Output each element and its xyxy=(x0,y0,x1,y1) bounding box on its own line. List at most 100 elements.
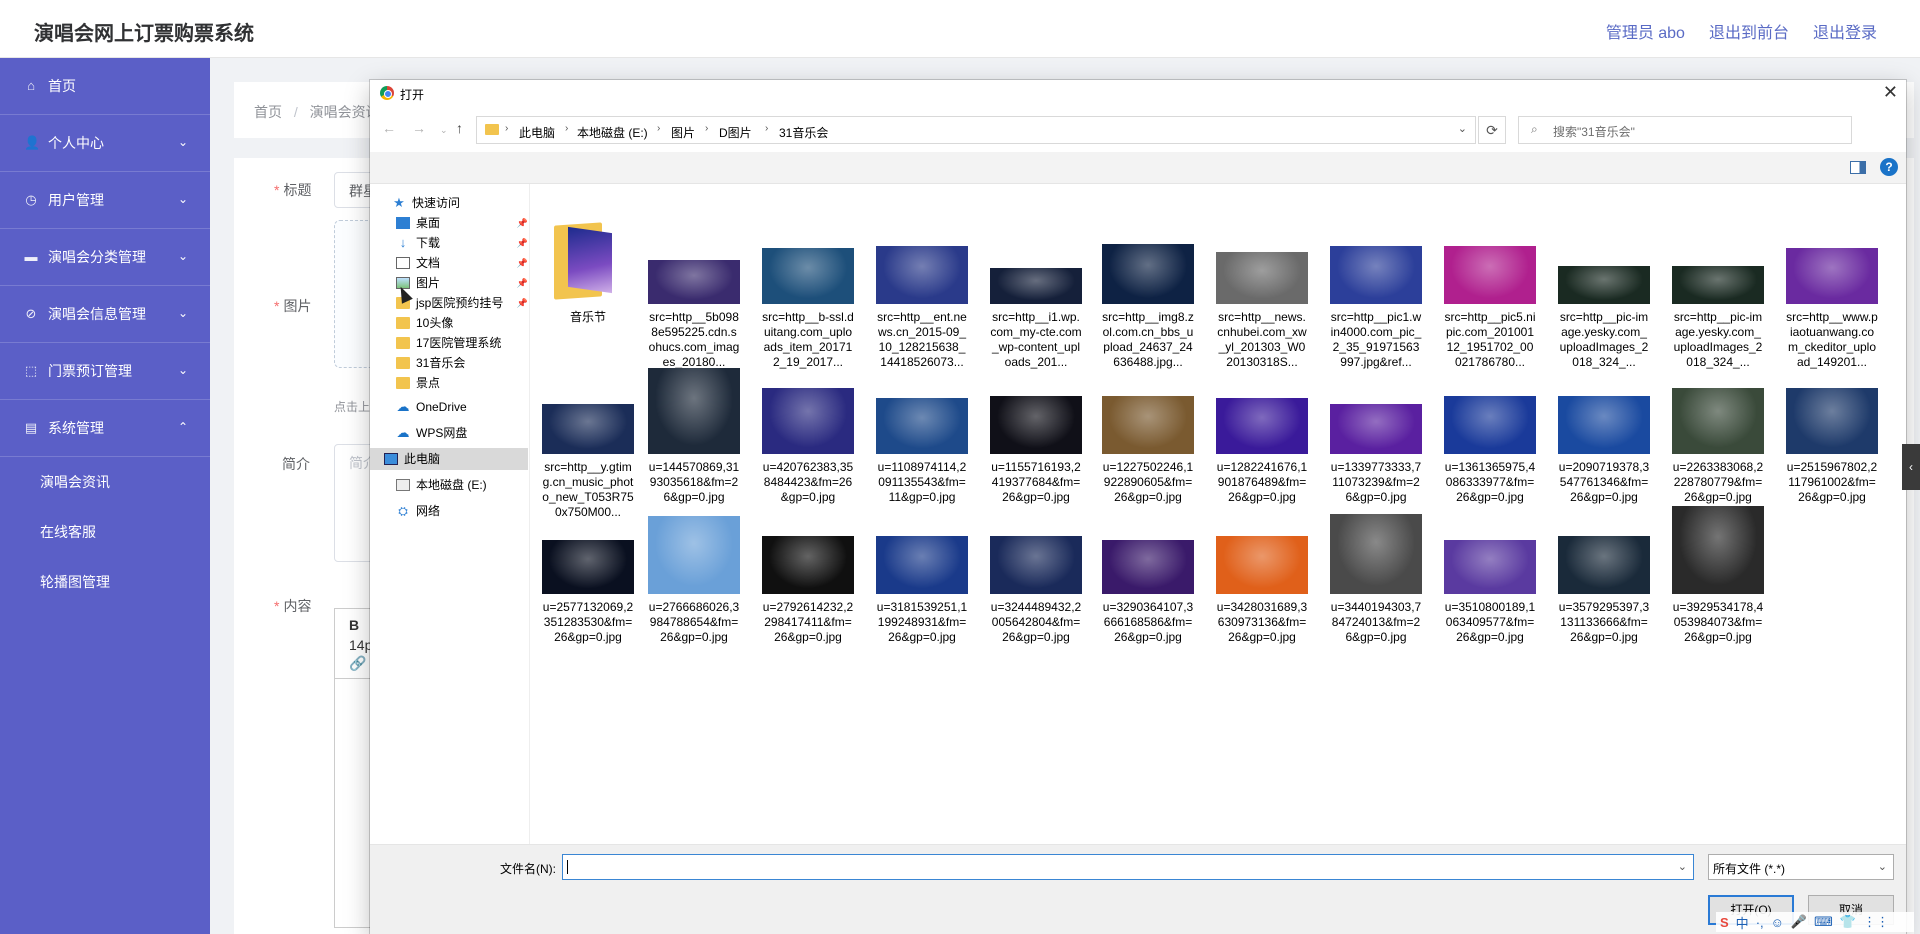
file-name: u=3510800189,1063409577&fm=26&gp=0.jpg xyxy=(1444,600,1536,644)
chevron-down-icon: ⌄ xyxy=(177,363,188,377)
chevron-down-icon: ⌄ xyxy=(177,306,188,320)
nav-item[interactable]: jsp医院预约挂号 📌 xyxy=(396,292,528,314)
file-name: src=http__pic-image.yesky.com_uploadImag… xyxy=(1559,310,1649,369)
to-frontend-link[interactable]: 退出到前台 xyxy=(1709,19,1789,43)
forward-arrow-icon[interactable]: → xyxy=(412,120,426,136)
breadcrumb: 首页 / 演唱会资讯 xyxy=(254,102,380,122)
user-icon: 👤 xyxy=(24,135,41,150)
sidebar-subitem-news[interactable]: 演唱会资讯 xyxy=(0,457,210,507)
path-segment[interactable]: D图片 xyxy=(719,124,752,141)
ime-menu-icon[interactable]: ⋮⋮ xyxy=(1863,914,1889,930)
ime-keyboard-icon[interactable]: ⌨ xyxy=(1814,914,1833,930)
pin-icon: 📌 xyxy=(516,238,528,248)
nav-item[interactable]: ☁ OneDrive xyxy=(396,396,528,418)
image-thumbnail xyxy=(542,404,634,454)
nav-item[interactable]: ★ 快速访问 xyxy=(392,192,528,214)
filetype-select[interactable]: 所有文件 (*.*) ⌄ xyxy=(1708,854,1894,880)
image-thumbnail xyxy=(1102,244,1194,304)
nav-item[interactable]: 文档 📌 xyxy=(396,252,528,274)
image-thumbnail xyxy=(648,260,740,304)
title-label: * 标题 xyxy=(274,182,312,198)
image-thumbnail xyxy=(542,540,634,594)
filename-input[interactable]: ⌄ xyxy=(562,854,1694,880)
ime-skin-icon[interactable]: 👕 xyxy=(1840,914,1856,930)
file-name: u=3290364107,3666168586&fm=26&gp=0.jpg xyxy=(1102,600,1194,644)
nav-item[interactable]: 景点 xyxy=(396,372,528,394)
nav-item[interactable]: 17医院管理系统 xyxy=(396,332,528,354)
file-name: u=3244489432,2005642804&fm=26&gp=0.jpg xyxy=(990,600,1082,644)
sidebar-subitem-carousel[interactable]: 轮播图管理 xyxy=(0,557,210,607)
sidebar-item-tickets[interactable]: ⬚ 门票预订管理 ⌄ xyxy=(0,343,210,400)
logout-link[interactable]: 退出登录 xyxy=(1813,19,1877,43)
ime-emoji-icon[interactable]: ☺ xyxy=(1771,915,1784,930)
sogou-icon[interactable]: S xyxy=(1720,915,1729,930)
desktop-icon xyxy=(396,217,410,229)
nav-item-label: 31音乐会 xyxy=(416,356,466,370)
clock-icon: ◷ xyxy=(25,192,37,207)
star-icon: ★ xyxy=(393,195,405,210)
sidebar-item-users[interactable]: ◷ 用户管理 ⌄ xyxy=(0,172,210,229)
image-thumbnail xyxy=(762,248,854,304)
ime-punct-toggle[interactable]: ·, xyxy=(1756,915,1764,930)
search-icon: ⌕ xyxy=(1531,122,1538,136)
nav-item[interactable]: 桌面 📌 xyxy=(396,212,528,234)
file-name: src=http__img8.zol.com.cn_bbs_upload_246… xyxy=(1102,310,1194,369)
file-name: src=http__pic5.nipic.com_20100112_195170… xyxy=(1444,310,1536,369)
breadcrumb-sep: / xyxy=(293,104,298,120)
up-arrow-icon[interactable]: ↑ xyxy=(456,120,463,136)
side-collapse-tab[interactable]: ‹ xyxy=(1902,444,1920,490)
file-name: u=1155716193,2419377684&fm=26&gp=0.jpg xyxy=(991,460,1081,504)
dialog-titlebar: 打开 ✕ xyxy=(370,80,1906,108)
back-arrow-icon[interactable]: ← xyxy=(382,120,396,136)
nav-item-label: 下载 xyxy=(416,236,441,250)
chevron-up-icon: ⌃ xyxy=(177,420,188,434)
nav-item[interactable]: 10头像 xyxy=(396,312,528,334)
file-name: u=1282241676,1901876489&fm=26&gp=0.jpg xyxy=(1216,460,1308,504)
search-input[interactable]: ⌕ 搜索"31音乐会" xyxy=(1518,116,1852,144)
nav-item[interactable]: ⛭ 网络 xyxy=(396,500,528,522)
file-name: u=1361365975,4086333977&fm=26&gp=0.jpg xyxy=(1444,460,1536,504)
help-icon[interactable]: ? xyxy=(1880,158,1898,176)
address-bar[interactable]: › 此电脑 › 本地磁盘 (E:) › 图片 › D图片 › 31音乐会 ⌄ xyxy=(476,116,1476,144)
chevron-down-icon[interactable]: ⌄ xyxy=(1458,122,1467,135)
ime-chinese-toggle[interactable]: 中 xyxy=(1736,913,1749,932)
admin-link[interactable]: 管理员 abo xyxy=(1606,19,1685,43)
path-segment[interactable]: 此电脑 xyxy=(519,124,555,141)
nav-item-label: 桌面 xyxy=(416,216,441,230)
path-segment[interactable]: 31音乐会 xyxy=(779,124,828,141)
nav-item[interactable]: 31音乐会 xyxy=(396,352,528,374)
ime-mic-icon[interactable]: 🎤 xyxy=(1791,914,1807,930)
recent-dropdown-icon[interactable]: ⌄ xyxy=(440,125,448,136)
sidebar-item-system[interactable]: ▤ 系统管理 ⌃ xyxy=(0,400,210,457)
close-button[interactable]: ✕ xyxy=(1883,82,1898,103)
folder-icon xyxy=(485,124,499,135)
cloud-icon: ☁ xyxy=(396,425,410,440)
sidebar-subitem-support[interactable]: 在线客服 xyxy=(0,507,210,557)
sidebar-item-label: 系统管理 xyxy=(48,420,104,436)
nav-item[interactable]: ☁ WPS网盘 xyxy=(396,422,528,444)
nav-item[interactable]: 本地磁盘 (E:) xyxy=(396,474,528,496)
file-open-dialog: 打开 ✕ ← → ⌄ ↑ › 此电脑 › 本地磁盘 (E:) › 图片 › D图… xyxy=(370,80,1906,934)
path-segment[interactable]: 本地磁盘 (E:) xyxy=(577,124,648,141)
chevron-down-icon[interactable]: ⌄ xyxy=(1678,860,1687,873)
pin-icon: 📌 xyxy=(516,278,528,288)
sidebar-item-category[interactable]: ▬ 演唱会分类管理 ⌄ xyxy=(0,229,210,286)
chrome-icon xyxy=(380,86,394,100)
file-name: src=http__pic-image.yesky.com_uploadImag… xyxy=(1673,310,1763,369)
sidebar-item-personal[interactable]: 👤 个人中心 ⌄ xyxy=(0,115,210,172)
path-sep-icon: › xyxy=(657,123,661,134)
image-label: * 图片 xyxy=(274,298,312,314)
file-name: u=2766686026,3984788654&fm=26&gp=0.jpg xyxy=(648,600,740,644)
nav-item[interactable]: 此电脑 xyxy=(370,448,528,470)
sidebar-item-home[interactable]: ⌂ 首页 xyxy=(0,58,210,115)
preview-pane-icon[interactable] xyxy=(1850,161,1866,174)
refresh-button[interactable]: ⟳ xyxy=(1478,116,1506,144)
path-segment[interactable]: 图片 xyxy=(671,124,695,141)
file-name: src=http__i1.wp.com_my-cte.com_wp-conten… xyxy=(990,310,1082,369)
nav-item[interactable]: 图片 📌 xyxy=(396,272,528,294)
sidebar-item-concert-info[interactable]: ⊘ 演唱会信息管理 ⌄ xyxy=(0,286,210,343)
folder-icon xyxy=(396,317,410,329)
breadcrumb-home[interactable]: 首页 xyxy=(254,104,282,120)
nav-item[interactable]: ↓ 下载 📌 xyxy=(396,232,528,254)
image-thumbnail xyxy=(990,536,1082,594)
